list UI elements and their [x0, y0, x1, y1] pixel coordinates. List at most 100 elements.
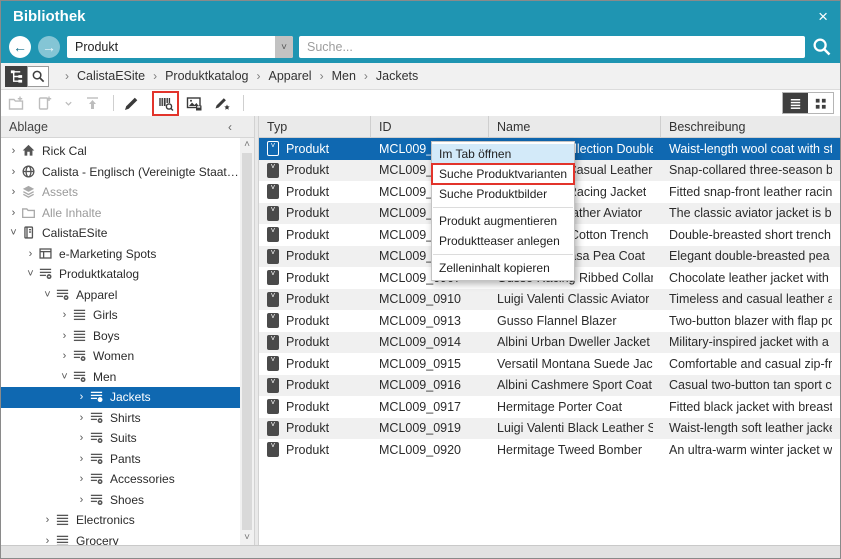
tree-item-assets[interactable]: ›Assets	[1, 182, 240, 203]
table-row[interactable]: ProduktMCL009_0915Versatil Montana Suede…	[259, 353, 840, 375]
breadcrumb-item-apparel[interactable]: Apparel	[268, 69, 311, 83]
expand-arrow-icon[interactable]: ›	[75, 432, 88, 444]
row-id-cell[interactable]: MCL009_0920	[371, 439, 489, 461]
menu-item-suche-produktbilder[interactable]: Suche Produktbilder	[432, 184, 574, 204]
tree-item-shirts[interactable]: ›Shirts	[1, 408, 240, 429]
menu-item-zelleninhalt-kopieren[interactable]: Zelleninhalt kopieren	[432, 258, 574, 278]
table-row[interactable]: ProduktMCL009_0913Gusso Flannel BlazerTw…	[259, 310, 840, 332]
row-name-cell[interactable]: Albini Urban Dweller Jacket	[489, 332, 661, 354]
row-description-cell[interactable]: The classic aviator jacket is ba…	[661, 203, 840, 225]
row-type-cell[interactable]: Produkt	[259, 418, 371, 440]
row-name-cell[interactable]: Luigi Valenti Classic Aviator	[489, 289, 661, 311]
expand-arrow-icon[interactable]: ›	[7, 207, 20, 219]
row-type-cell[interactable]: Produkt	[259, 224, 371, 246]
row-type-cell[interactable]: Produkt	[259, 396, 371, 418]
collapse-arrow-icon[interactable]: ˅	[24, 268, 37, 280]
row-type-cell[interactable]: Produkt	[259, 375, 371, 397]
close-icon[interactable]: ×	[818, 8, 828, 25]
breadcrumb-item-men[interactable]: Men	[332, 69, 356, 83]
column-header-beschreibung[interactable]: Beschreibung	[661, 116, 840, 137]
tree-item-calistaesite[interactable]: ˅CalistaESite	[1, 223, 240, 244]
scroll-up-icon[interactable]: ˄	[240, 138, 254, 152]
chevron-down-icon[interactable]: ˅	[275, 36, 293, 58]
row-id-cell[interactable]: MCL009_0915	[371, 353, 489, 375]
expand-arrow-icon[interactable]: ›	[75, 412, 88, 424]
row-name-cell[interactable]: Hermitage Porter Coat	[489, 396, 661, 418]
expand-arrow-icon[interactable]: ›	[58, 309, 71, 321]
expand-arrow-icon[interactable]: ›	[58, 330, 71, 342]
tree-item-calista-englisch-vereinigte-staaten-[interactable]: ›Calista - Englisch (Vereinigte Staaten)	[1, 162, 240, 183]
row-type-cell[interactable]: Produkt	[259, 246, 371, 268]
row-id-cell[interactable]: MCL009_0919	[371, 418, 489, 440]
row-name-cell[interactable]: Gusso Flannel Blazer	[489, 310, 661, 332]
tree-item-pants[interactable]: ›Pants	[1, 449, 240, 470]
grid-view-icon[interactable]	[808, 93, 833, 113]
tree-item-alle-inhalte[interactable]: ›Alle Inhalte	[1, 203, 240, 224]
expand-arrow-icon[interactable]: ›	[75, 453, 88, 465]
row-type-cell[interactable]: Produkt	[259, 332, 371, 354]
tree-view-toggle-icon[interactable]	[5, 66, 27, 87]
type-filter-select[interactable]: Produkt ˅	[67, 36, 293, 58]
tree-item-shoes[interactable]: ›Shoes	[1, 490, 240, 511]
image-save-icon[interactable]	[185, 94, 204, 113]
row-description-cell[interactable]: Fitted snap-front leather racing …	[661, 181, 840, 203]
row-type-cell[interactable]: Produkt	[259, 160, 371, 182]
row-type-cell[interactable]: Produkt	[259, 138, 371, 160]
tree-item-women[interactable]: ›Women	[1, 346, 240, 367]
tree-item-electronics[interactable]: ›Electronics	[1, 510, 240, 531]
breadcrumb-item-jackets[interactable]: Jackets	[376, 69, 418, 83]
expand-arrow-icon[interactable]: ›	[75, 473, 88, 485]
row-description-cell[interactable]: Fitted black jacket with breast …	[661, 396, 840, 418]
row-type-cell[interactable]: Produkt	[259, 203, 371, 225]
pen-star-icon[interactable]	[213, 94, 232, 113]
search-view-toggle-icon[interactable]	[27, 66, 49, 87]
scroll-down-icon[interactable]: ˅	[240, 531, 254, 545]
table-row[interactable]: ProduktMCL009_0910Luigi Valenti Classic …	[259, 289, 840, 311]
table-row[interactable]: ProduktMCL009_0914Albini Urban Dweller J…	[259, 332, 840, 354]
tree-item-girls[interactable]: ›Girls	[1, 305, 240, 326]
row-id-cell[interactable]: MCL009_0914	[371, 332, 489, 354]
scrollbar-thumb[interactable]	[242, 153, 252, 530]
row-description-cell[interactable]: Snap-collared three-season bo…	[661, 160, 840, 182]
table-row[interactable]: ProduktMCL009_0917Hermitage Porter CoatF…	[259, 396, 840, 418]
row-id-cell[interactable]: MCL009_0913	[371, 310, 489, 332]
column-header-typ[interactable]: Typ	[259, 116, 371, 137]
row-type-cell[interactable]: Produkt	[259, 310, 371, 332]
row-type-cell[interactable]: Produkt	[259, 267, 371, 289]
tree-item-suits[interactable]: ›Suits	[1, 428, 240, 449]
column-header-name[interactable]: Name	[489, 116, 661, 137]
menu-item-suche-produktvarianten[interactable]: Suche Produktvarianten	[432, 164, 574, 184]
row-type-cell[interactable]: Produkt	[259, 289, 371, 311]
row-description-cell[interactable]: Chocolate leather jacket with b…	[661, 267, 840, 289]
tree-item-produktkatalog[interactable]: ˅Produktkatalog	[1, 264, 240, 285]
barcode-search-icon[interactable]	[152, 91, 179, 116]
row-name-cell[interactable]: Luigi Valenti Black Leather Shor…	[489, 418, 661, 440]
row-description-cell[interactable]: Timeless and casual leather avi…	[661, 289, 840, 311]
collapse-arrow-icon[interactable]: ˅	[41, 289, 54, 301]
collapse-arrow-icon[interactable]: ˅	[7, 227, 20, 239]
search-icon[interactable]	[812, 37, 832, 57]
row-description-cell[interactable]: Comfortable and casual zip-fro…	[661, 353, 840, 375]
tree-item-men[interactable]: ˅Men	[1, 367, 240, 388]
expand-arrow-icon[interactable]: ›	[41, 514, 54, 526]
forward-button[interactable]: →	[38, 36, 60, 58]
tree-scrollbar[interactable]: ˄ ˅	[240, 138, 254, 547]
menu-item-im-tab-öffnen[interactable]: Im Tab öffnen	[432, 144, 574, 164]
menu-item-produkt-augmentieren[interactable]: Produkt augmentieren	[432, 211, 574, 231]
row-type-cell[interactable]: Produkt	[259, 353, 371, 375]
breadcrumb-item-produktkatalog[interactable]: Produktkatalog	[165, 69, 248, 83]
expand-arrow-icon[interactable]: ›	[75, 494, 88, 506]
row-name-cell[interactable]: Albini Cashmere Sport Coat	[489, 375, 661, 397]
tree-item-apparel[interactable]: ˅Apparel	[1, 285, 240, 306]
expand-arrow-icon[interactable]: ›	[24, 248, 37, 260]
expand-arrow-icon[interactable]: ›	[58, 350, 71, 362]
list-view-icon[interactable]	[783, 93, 808, 113]
row-id-cell[interactable]: MCL009_0910	[371, 289, 489, 311]
tree-item-accessories[interactable]: ›Accessories	[1, 469, 240, 490]
row-description-cell[interactable]: Two-button blazer with flap poc…	[661, 310, 840, 332]
row-description-cell[interactable]: Waist-length wool coat with sty…	[661, 138, 840, 160]
collapse-sidebar-icon[interactable]: ‹	[228, 120, 232, 134]
table-row[interactable]: ProduktMCL009_0919Luigi Valenti Black Le…	[259, 418, 840, 440]
back-button[interactable]: ←	[9, 36, 31, 58]
row-description-cell[interactable]: An ultra-warm winter jacket wit…	[661, 439, 840, 461]
